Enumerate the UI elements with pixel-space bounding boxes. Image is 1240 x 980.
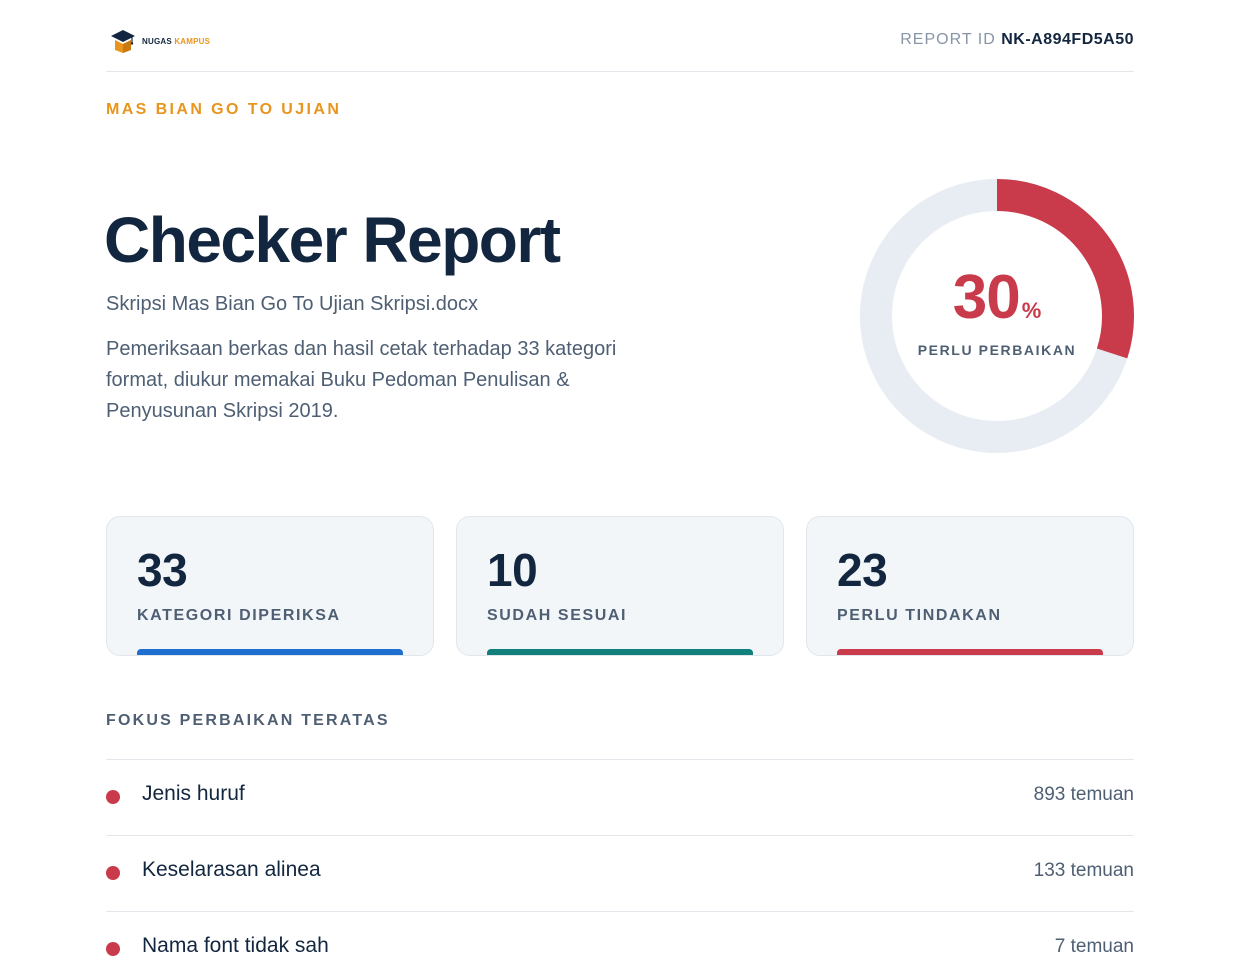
issue-count: 133 temuan	[1033, 860, 1134, 881]
focus-section-title: FOKUS PERBAIKAN TERATAS	[106, 712, 390, 729]
student-name-eyebrow: MAS BIAN GO TO UJIAN	[106, 101, 342, 118]
report-description: Pemeriksaan berkas dan hasil cetak terha…	[106, 338, 617, 422]
stat-label: PERLU TINDAKAN	[837, 607, 1002, 624]
stat-value: 33	[137, 544, 188, 596]
report-id-value: NK-A894FD5A50	[1001, 31, 1134, 48]
stat-label: SUDAH SESUAI	[487, 607, 628, 624]
stat-accent-bar	[487, 649, 753, 655]
status-dot-icon	[106, 790, 120, 804]
report-header: NUGAS KAMPUS REPORT ID NK-A894FD5A50	[106, 24, 1134, 72]
page-title: Checker Report	[104, 204, 561, 276]
issue-name: Keselarasan alinea	[142, 858, 321, 881]
score-readout: 30% PERLU PERBAIKAN	[859, 262, 1135, 358]
list-item: Keselarasan alinea 133 temuan	[106, 835, 1134, 911]
brand-name: NUGAS KAMPUS	[142, 36, 211, 46]
report-id-label: REPORT ID	[900, 31, 996, 48]
brand-logo: NUGAS KAMPUS	[110, 28, 210, 54]
stat-accent-bar	[837, 649, 1103, 655]
issue-count: 893 temuan	[1033, 784, 1134, 805]
status-dot-icon	[106, 942, 120, 956]
report-id: REPORT ID NK-A894FD5A50	[900, 31, 1134, 49]
list-item: Jenis huruf 893 temuan	[106, 759, 1134, 835]
stat-card-compliant: 10 SUDAH SESUAI	[456, 516, 784, 656]
score-unit: %	[1021, 298, 1042, 323]
stat-value: 23	[837, 544, 888, 596]
list-item: Nama font tidak sah 7 temuan	[106, 911, 1134, 980]
document-filename: Skripsi Mas Bian Go To Ujian Skripsi.doc…	[106, 293, 478, 315]
stat-accent-bar	[137, 649, 403, 655]
stat-card-categories-checked: 33 KATEGORI DIPERIKSA	[106, 516, 434, 656]
issue-count: 7 temuan	[1054, 936, 1134, 957]
status-dot-icon	[106, 866, 120, 880]
score-label: PERLU PERBAIKAN	[917, 342, 1077, 358]
graduation-cap-box-icon	[111, 30, 135, 53]
focus-issue-list: Jenis huruf 893 temuan Keselarasan aline…	[106, 759, 1134, 980]
stat-value: 10	[487, 544, 538, 596]
issue-name: Nama font tidak sah	[142, 934, 329, 957]
score-value: 30	[952, 263, 1021, 332]
stat-label: KATEGORI DIPERIKSA	[137, 607, 341, 624]
issue-name: Jenis huruf	[142, 782, 245, 805]
stat-card-action-needed: 23 PERLU TINDAKAN	[806, 516, 1134, 656]
